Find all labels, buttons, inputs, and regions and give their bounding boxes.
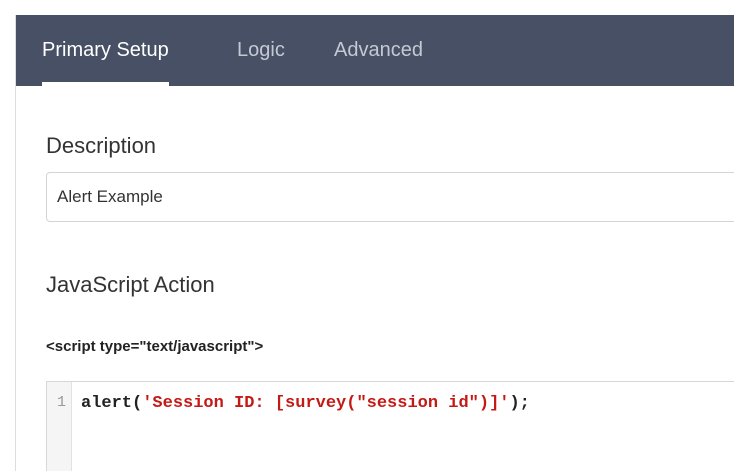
tab-bar: Primary Setup Logic Advanced: [16, 15, 734, 86]
code-closing: );: [509, 394, 530, 413]
tab-advanced-label: Advanced: [334, 39, 423, 61]
active-tab-indicator: [42, 82, 169, 86]
script-tag-label: <script type="text/javascript">: [46, 338, 264, 355]
code-line[interactable]: alert('Session ID: [survey("session id")…: [81, 394, 530, 413]
tab-logic-label: Logic: [237, 39, 285, 61]
tab-logic[interactable]: Logic: [237, 15, 285, 86]
tab-primary-setup[interactable]: Primary Setup: [42, 15, 169, 86]
description-label: Description: [46, 133, 157, 158]
tab-primary-setup-label: Primary Setup: [42, 39, 169, 61]
line-number-gutter: 1: [47, 382, 72, 471]
code-string-literal: 'Session ID: [survey("session id")]': [142, 394, 510, 413]
javascript-action-label: JavaScript Action: [46, 272, 215, 297]
description-input[interactable]: [46, 172, 734, 222]
action-settings-panel: Primary Setup Logic Advanced Description…: [15, 15, 734, 471]
code-editor[interactable]: 1 alert('Session ID: [survey("session id…: [46, 381, 734, 471]
line-number: 1: [56, 394, 66, 411]
tab-advanced[interactable]: Advanced: [334, 15, 423, 86]
code-function-call: alert(: [81, 394, 143, 413]
